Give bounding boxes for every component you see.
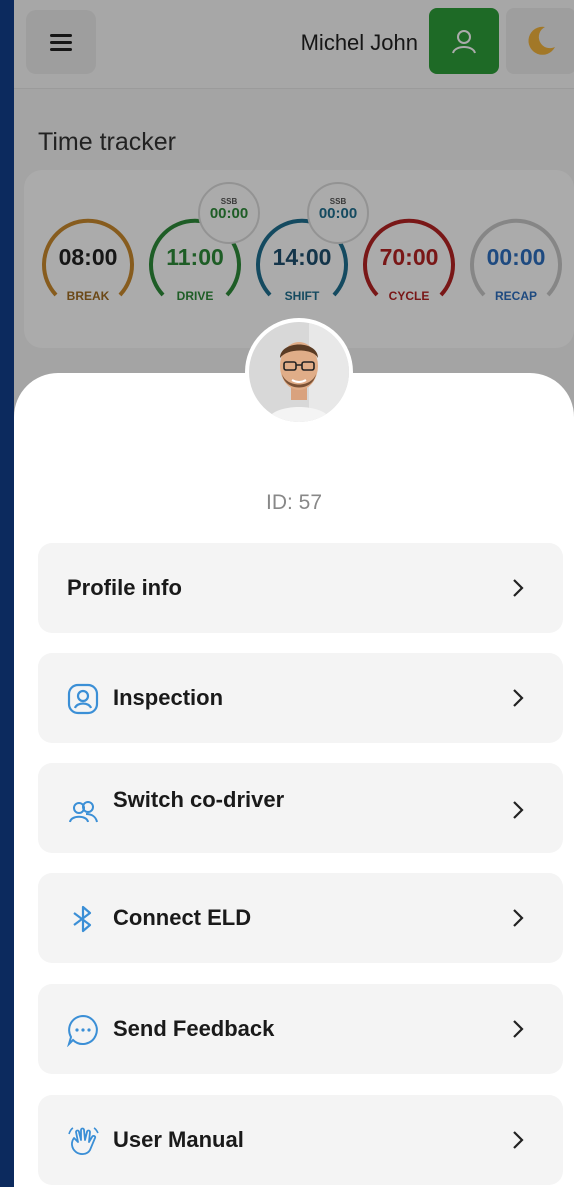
- menu-item-label: Profile info: [67, 575, 182, 600]
- menu-item-user-manual[interactable]: User Manual: [38, 1095, 563, 1185]
- chevron-right-icon: [513, 909, 524, 927]
- chevron-right-icon: [513, 1020, 524, 1038]
- menu-item-connect-eld[interactable]: Connect ELD: [38, 873, 563, 963]
- users-icon: [69, 801, 98, 823]
- menu-item-switch-co-driver[interactable]: Switch co-driver: [38, 763, 563, 853]
- avatar: [245, 318, 353, 426]
- bluetooth-icon: [73, 905, 92, 933]
- chevron-right-icon: [513, 1131, 524, 1149]
- chat-bubble-icon: [67, 1014, 98, 1047]
- menu-item-send-feedback[interactable]: Send Feedback: [38, 984, 563, 1074]
- inspection-icon: [67, 683, 99, 715]
- hand-wave-icon: [68, 1127, 99, 1155]
- menu-item-profile-info[interactable]: Profile info: [38, 543, 563, 633]
- chevron-right-icon: [513, 689, 524, 707]
- chevron-right-icon: [513, 579, 524, 597]
- profile-photo: [249, 322, 349, 422]
- chevron-right-icon: [513, 801, 524, 819]
- menu-item-label: Send Feedback: [113, 1016, 275, 1041]
- menu-item-label: User Manual: [113, 1127, 244, 1152]
- driver-id: ID: 57: [265, 491, 323, 514]
- menu-item-label: Connect ELD: [113, 905, 252, 930]
- app-screen: Michel John Time tracker 08:00 BREAK 11:…: [14, 0, 574, 1187]
- menu-item-inspection[interactable]: Inspection: [38, 653, 563, 743]
- menu-item-label: Switch co-driver: [113, 787, 285, 812]
- menu-item-label: Inspection: [113, 685, 224, 710]
